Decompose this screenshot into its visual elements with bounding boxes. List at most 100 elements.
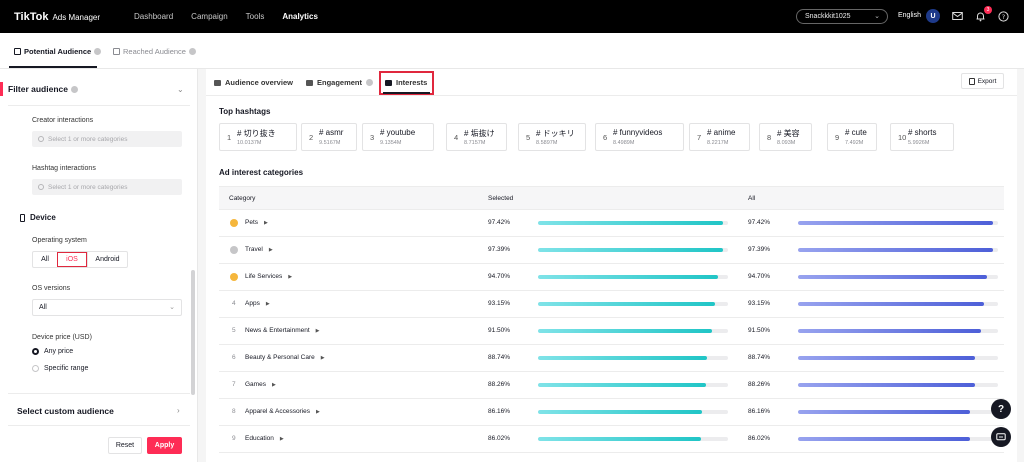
table-row[interactable]: Travel ▶ 97.39% 97.39% bbox=[219, 237, 1004, 264]
hashtag-card[interactable]: 9 # cute 7.492M bbox=[827, 123, 877, 151]
os-option-android[interactable]: Android bbox=[87, 252, 127, 267]
language-selector[interactable]: English bbox=[898, 12, 921, 19]
expand-caret-icon[interactable]: ▶ bbox=[272, 382, 276, 388]
hashtag-count: 8.093M bbox=[777, 140, 796, 146]
column-all: All bbox=[748, 195, 756, 202]
table-row[interactable]: 8 Apparel & Accessories ▶ 86.16% 86.16% bbox=[219, 399, 1004, 426]
info-icon[interactable] bbox=[188, 48, 196, 55]
table-row[interactable]: Pets ▶ 97.42% 97.42% bbox=[219, 210, 1004, 237]
tab-audience-overview[interactable]: Audience overview bbox=[214, 78, 293, 87]
chat-icon[interactable] bbox=[991, 427, 1011, 447]
hashtag-card[interactable]: 6 # funnyvideos 8.4989M bbox=[595, 123, 684, 151]
table-row[interactable]: 5 News & Entertainment ▶ 91.50% 91.50% bbox=[219, 318, 1004, 345]
category-cell[interactable]: Travel ▶ bbox=[245, 246, 273, 253]
table-row[interactable]: 6 Beauty & Personal Care ▶ 88.74% 88.74% bbox=[219, 345, 1004, 372]
sidebar-scrollbar[interactable] bbox=[191, 270, 195, 395]
all-percent: 91.50% bbox=[748, 327, 771, 334]
radio-unselected-icon bbox=[32, 365, 39, 372]
table-row[interactable]: 4 Apps ▶ 93.15% 93.15% bbox=[219, 291, 1004, 318]
category-cell[interactable]: Games ▶ bbox=[245, 381, 276, 388]
hashtag-card[interactable]: 5 # ドッキリ 8.5897M bbox=[518, 123, 586, 151]
os-option-all[interactable]: All bbox=[33, 252, 57, 267]
all-percent: 94.70% bbox=[748, 273, 771, 280]
all-bar bbox=[798, 302, 985, 306]
all-bar bbox=[798, 248, 993, 252]
hashtag-name: # 垢抜け bbox=[464, 129, 495, 138]
top-navigation-bar: TikTok Ads Manager Dashboard Campaign To… bbox=[0, 0, 1024, 33]
hashtag-card[interactable]: 3 # youtube 9.1354M bbox=[362, 123, 434, 151]
tiktok-ads-manager-logo[interactable]: TikTok Ads Manager bbox=[14, 11, 100, 23]
chevron-down-icon: ⌄ bbox=[169, 304, 175, 311]
expand-caret-icon[interactable]: ▶ bbox=[264, 220, 268, 226]
all-bar bbox=[798, 410, 971, 414]
reset-button[interactable]: Reset bbox=[108, 437, 142, 454]
category-name: News & Entertainment bbox=[245, 327, 310, 334]
select-custom-audience[interactable]: Select custom audience bbox=[17, 406, 114, 416]
category-cell[interactable]: Beauty & Personal Care ▶ bbox=[245, 354, 325, 361]
selected-bar bbox=[538, 221, 724, 225]
expand-caret-icon[interactable]: ▶ bbox=[280, 436, 284, 442]
info-icon[interactable] bbox=[71, 85, 78, 93]
os-versions-select[interactable]: All ⌄ bbox=[32, 299, 182, 316]
info-icon[interactable] bbox=[94, 48, 102, 55]
chevron-right-icon[interactable]: › bbox=[177, 406, 180, 415]
nav-campaign[interactable]: Campaign bbox=[191, 12, 227, 21]
tab-engagement-label: Engagement bbox=[317, 78, 363, 87]
hashtag-rank: 8 bbox=[767, 133, 772, 142]
price-option-any[interactable]: Any price bbox=[32, 348, 73, 355]
category-cell[interactable]: Life Services ▶ bbox=[245, 273, 292, 280]
info-icon[interactable] bbox=[366, 79, 374, 86]
expand-caret-icon[interactable]: ▶ bbox=[266, 301, 270, 307]
hashtag-card[interactable]: 4 # 垢抜け 8.7157M bbox=[446, 123, 507, 151]
expand-caret-icon[interactable]: ▶ bbox=[321, 355, 325, 361]
main-panel: Audience overview Engagement Interests E… bbox=[206, 69, 1017, 462]
hashtag-card[interactable]: 2 # asmr 9.5167M bbox=[301, 123, 357, 151]
category-cell[interactable]: Education ▶ bbox=[245, 435, 284, 442]
hashtag-card[interactable]: 7 # anime 8.2217M bbox=[689, 123, 750, 151]
nav-tools[interactable]: Tools bbox=[246, 12, 265, 21]
rank-medal-icon bbox=[230, 246, 238, 254]
price-option-specific[interactable]: Specific range bbox=[32, 365, 88, 372]
expand-caret-icon[interactable]: ▶ bbox=[316, 409, 320, 415]
table-row[interactable]: Life Services ▶ 94.70% 94.70% bbox=[219, 264, 1004, 291]
expand-caret-icon[interactable]: ▶ bbox=[288, 274, 292, 280]
audience-tab-row: Potential Audience Reached Audience bbox=[0, 33, 1024, 69]
audience-icon bbox=[14, 48, 21, 55]
export-button[interactable]: Export bbox=[961, 73, 1004, 89]
mail-icon[interactable] bbox=[950, 9, 964, 23]
hashtag-card[interactable]: 8 # 美容 8.093M bbox=[759, 123, 812, 151]
apply-button[interactable]: Apply bbox=[147, 437, 182, 454]
hashtag-interactions-select[interactable]: Select 1 or more categories bbox=[32, 179, 182, 195]
hashtag-name: # anime bbox=[707, 128, 736, 137]
expand-caret-icon[interactable]: ▶ bbox=[316, 328, 320, 334]
nav-dashboard[interactable]: Dashboard bbox=[134, 12, 173, 21]
tab-engagement[interactable]: Engagement bbox=[306, 78, 374, 87]
category-cell[interactable]: Apparel & Accessories ▶ bbox=[245, 408, 320, 415]
hashtag-card[interactable]: 10 # shorts 5.9926M bbox=[890, 123, 954, 151]
audience-icon bbox=[113, 48, 120, 55]
tab-potential-audience[interactable]: Potential Audience bbox=[14, 47, 102, 56]
filter-audience-header[interactable]: Filter audience bbox=[8, 84, 78, 94]
chevron-down-icon[interactable]: ⌄ bbox=[177, 85, 184, 94]
top-hashtags-title: Top hashtags bbox=[219, 107, 271, 116]
tab-reached-audience[interactable]: Reached Audience bbox=[113, 47, 196, 56]
category-cell[interactable]: Pets ▶ bbox=[245, 219, 268, 226]
category-cell[interactable]: Apps ▶ bbox=[245, 300, 270, 307]
export-icon bbox=[968, 77, 975, 85]
help-icon[interactable]: ? bbox=[996, 9, 1010, 23]
nav-analytics[interactable]: Analytics bbox=[282, 12, 318, 21]
selected-percent: 97.42% bbox=[488, 219, 511, 226]
user-avatar[interactable]: U bbox=[926, 9, 940, 23]
expand-caret-icon[interactable]: ▶ bbox=[269, 247, 273, 253]
row-rank: 6 bbox=[232, 354, 236, 361]
account-selector[interactable]: Snackkkit1025 ⌄ bbox=[796, 9, 888, 24]
os-option-ios[interactable]: iOS bbox=[57, 252, 87, 267]
creator-interactions-select[interactable]: Select 1 or more categories bbox=[32, 131, 182, 147]
help-icon[interactable]: ? bbox=[991, 399, 1011, 419]
category-cell[interactable]: News & Entertainment ▶ bbox=[245, 327, 320, 334]
table-row[interactable]: 9 Education ▶ 86.02% 86.02% bbox=[219, 426, 1004, 453]
all-bar-track bbox=[798, 356, 998, 360]
table-row[interactable]: 7 Games ▶ 88.26% 88.26% bbox=[219, 372, 1004, 399]
hashtag-card[interactable]: 1 # 切り抜き 10.0137M bbox=[219, 123, 297, 151]
active-tab-underline bbox=[9, 66, 97, 68]
